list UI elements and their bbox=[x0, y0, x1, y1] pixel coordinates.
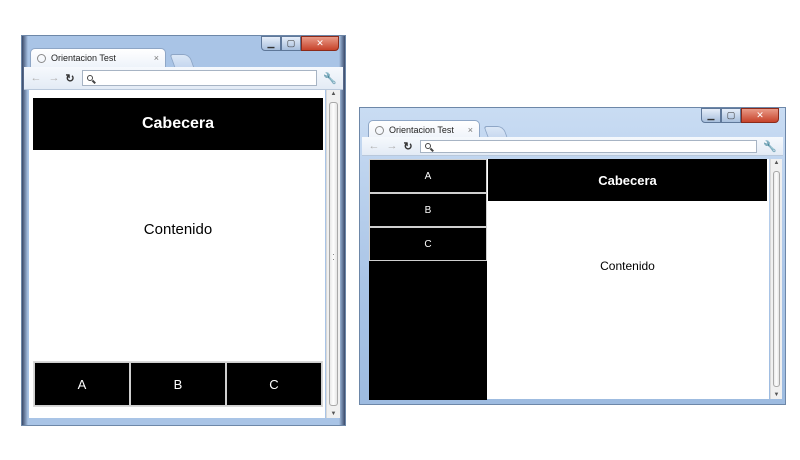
reload-icon[interactable]: ↻ bbox=[402, 140, 414, 153]
close-icon[interactable]: ✕ bbox=[301, 36, 339, 51]
reload-icon[interactable]: ↻ bbox=[64, 72, 76, 85]
scroll-up-icon[interactable]: ▲ bbox=[771, 160, 782, 166]
content-text: Contenido bbox=[600, 259, 655, 273]
page-content: A B C Cabecera Contenido bbox=[369, 159, 769, 400]
back-arrow-icon[interactable]: ← bbox=[30, 72, 42, 84]
favicon-icon bbox=[37, 53, 46, 63]
page-header: Cabecera bbox=[488, 159, 767, 201]
minimize-icon[interactable]: ▁ bbox=[701, 108, 721, 123]
favicon-icon bbox=[375, 125, 384, 135]
button-b[interactable]: B bbox=[369, 193, 487, 227]
omnibox[interactable] bbox=[420, 139, 757, 153]
back-arrow-icon[interactable]: ← bbox=[368, 140, 380, 152]
minimize-icon[interactable]: ▁ bbox=[261, 36, 281, 51]
button-c[interactable]: C bbox=[369, 227, 487, 261]
sidebar: A B C bbox=[369, 159, 487, 400]
wrench-icon[interactable]: 🔧 bbox=[323, 72, 337, 85]
browser-toolbar: ← → ↻ 🔧 bbox=[362, 137, 783, 156]
browser-tab[interactable]: Orientacion Test × bbox=[30, 48, 166, 67]
maximize-icon[interactable]: ▢ bbox=[281, 36, 301, 51]
content-text: Contenido bbox=[143, 221, 213, 238]
search-icon bbox=[87, 75, 93, 81]
forward-arrow-icon[interactable]: → bbox=[386, 140, 398, 152]
button-a[interactable]: A bbox=[34, 362, 130, 406]
tab-title: Orientacion Test bbox=[389, 125, 454, 135]
tab-title: Orientacion Test bbox=[51, 53, 116, 63]
browser-toolbar: ← → ↻ 🔧 bbox=[24, 67, 343, 90]
button-c[interactable]: C bbox=[226, 362, 322, 406]
new-tab-button[interactable] bbox=[169, 54, 195, 68]
tab-close-icon[interactable]: × bbox=[154, 53, 159, 63]
browser-window-portrait: ▁ ▢ ✕ Orientacion Test × ← → ↻ 🔧 Cabecer… bbox=[21, 35, 346, 426]
address-input[interactable] bbox=[96, 72, 316, 84]
button-bar: A B C bbox=[33, 361, 323, 407]
window-controls: ▁ ▢ ✕ bbox=[261, 36, 339, 51]
button-b[interactable]: B bbox=[130, 362, 226, 406]
omnibox[interactable] bbox=[82, 70, 317, 86]
scrollbar-thumb[interactable] bbox=[773, 171, 780, 387]
address-input[interactable] bbox=[434, 140, 756, 152]
search-icon bbox=[425, 143, 431, 149]
button-a[interactable]: A bbox=[369, 159, 487, 193]
page-header: Cabecera bbox=[33, 98, 323, 150]
scrollbar-thumb[interactable] bbox=[329, 102, 338, 406]
scroll-down-icon[interactable]: ▼ bbox=[771, 392, 782, 398]
close-icon[interactable]: ✕ bbox=[741, 108, 779, 123]
forward-arrow-icon[interactable]: → bbox=[48, 72, 60, 84]
scroll-up-icon[interactable]: ▲ bbox=[327, 91, 340, 97]
wrench-icon[interactable]: 🔧 bbox=[763, 140, 777, 153]
vertical-scrollbar[interactable]: ▲ ▼ bbox=[770, 159, 782, 399]
scroll-down-icon[interactable]: ▼ bbox=[327, 411, 340, 417]
tab-close-icon[interactable]: × bbox=[468, 125, 473, 135]
vertical-scrollbar[interactable]: ▲ ▼ bbox=[326, 90, 340, 418]
maximize-icon[interactable]: ▢ bbox=[721, 108, 741, 123]
browser-window-landscape: ▁ ▢ ✕ Orientacion Test × ← → ↻ 🔧 A B C C… bbox=[359, 107, 786, 405]
page-content: Cabecera Contenido A B C bbox=[29, 90, 325, 418]
window-controls: ▁ ▢ ✕ bbox=[701, 108, 779, 123]
